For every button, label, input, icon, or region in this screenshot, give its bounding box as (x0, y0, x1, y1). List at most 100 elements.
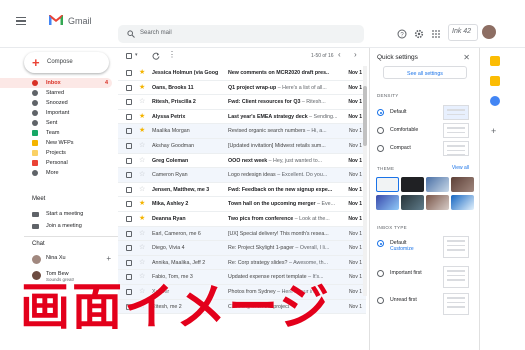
search-input[interactable]: Search mail (140, 30, 172, 36)
row-checkbox[interactable] (126, 172, 132, 179)
sidebar-item-personal[interactable]: Personal (0, 158, 112, 168)
email-row[interactable]: ☆ Cameron Ryan Logo redesign ideas – Excel… (118, 168, 366, 183)
inbox-type-important-first[interactable]: Important first (377, 266, 472, 288)
star-icon[interactable]: ☆ (139, 142, 145, 150)
select-all-checkbox[interactable] (126, 53, 132, 59)
refresh-icon[interactable] (152, 52, 160, 60)
radio-unselected[interactable] (377, 145, 384, 152)
keep-icon[interactable] (490, 76, 500, 86)
star-icon[interactable]: ☆ (139, 98, 145, 106)
star-icon[interactable]: ☆ (139, 259, 145, 267)
radio-unselected[interactable] (377, 297, 384, 304)
email-row[interactable]: ☆ Earl, Cameron, me 6 [UX] Special deliver… (118, 226, 366, 242)
star-icon[interactable]: ★ (139, 215, 145, 223)
add-addon-icon[interactable]: + (491, 126, 496, 136)
row-checkbox[interactable] (126, 215, 132, 222)
radio-selected[interactable] (377, 109, 384, 116)
email-row[interactable]: ☆ Ritesh, Priscilla 2 Fwd: Client resource… (118, 95, 366, 110)
help-icon[interactable]: ? (397, 29, 407, 39)
row-checkbox[interactable] (126, 186, 132, 193)
theme-swatch-photo[interactable] (451, 195, 474, 210)
more-options-icon[interactable]: ⋮ (168, 50, 176, 60)
email-row[interactable]: ☆ Akshay Goodman [Updated invitation] Midw… (118, 138, 366, 154)
star-icon[interactable]: ☆ (139, 186, 145, 194)
row-checkbox[interactable] (126, 142, 132, 149)
sidebar-item-new-wfps[interactable]: New WFPs (0, 138, 112, 148)
row-checkbox[interactable] (126, 128, 132, 135)
sidebar-item-projects[interactable]: Projects (0, 148, 112, 158)
star-icon[interactable]: ☆ (139, 171, 145, 179)
email-row[interactable]: ★ Deanna Ryan Two pics from conference – L… (118, 211, 366, 227)
customize-link[interactable]: Customize (390, 246, 414, 252)
sidebar-item-snoozed[interactable]: Snoozed (0, 98, 112, 108)
radio-unselected[interactable] (377, 127, 384, 134)
chat-user[interactable]: Nina Xu + (32, 254, 117, 268)
sidebar-item-sent[interactable]: Sent (0, 118, 112, 128)
search-icon[interactable] (127, 30, 135, 38)
row-checkbox[interactable] (126, 70, 132, 76)
select-dropdown-icon[interactable]: ▾ (135, 52, 138, 58)
email-row[interactable]: ☆ Greg Coleman OOO next week – Hey, just w… (118, 153, 366, 169)
star-icon[interactable]: ★ (139, 69, 145, 77)
account-avatar[interactable] (482, 25, 496, 39)
row-checkbox[interactable] (126, 157, 132, 164)
density-option-compact[interactable]: Compact (377, 141, 472, 157)
see-all-settings-button[interactable]: See all settings (383, 66, 467, 79)
email-row[interactable]: ☆ Annika, Maalika, Jeff 2 Re: Corp strateg… (118, 255, 366, 271)
theme-swatch-photo[interactable] (376, 195, 399, 210)
theme-swatch-photo[interactable] (401, 195, 424, 210)
density-option-default[interactable]: Default (377, 105, 472, 121)
star-icon[interactable]: ★ (139, 84, 145, 92)
list-scrollbar[interactable] (363, 66, 367, 296)
inbox-type-default[interactable]: Default Customize (377, 236, 472, 258)
star-icon[interactable]: ☆ (139, 230, 145, 238)
radio-selected[interactable] (377, 240, 384, 247)
radio-unselected[interactable] (377, 270, 384, 277)
tasks-icon[interactable] (490, 96, 500, 106)
sidebar-item-inbox[interactable]: Inbox 4 (0, 78, 112, 88)
row-checkbox[interactable] (126, 99, 132, 106)
theme-swatch-photo[interactable] (426, 177, 449, 192)
row-checkbox[interactable] (126, 230, 132, 237)
density-option-comfortable[interactable]: Comfortable (377, 123, 472, 139)
email-row[interactable]: ★ Mika, Ashley 2 Town hall on the upcoming… (118, 197, 366, 212)
star-icon[interactable]: ☆ (139, 157, 145, 165)
sidebar-item-team[interactable]: Team (0, 128, 112, 138)
add-chat-icon[interactable]: + (106, 254, 111, 263)
start-meeting-item[interactable]: Start a meeting (32, 210, 117, 220)
email-row[interactable]: ☆ Diego, Vivia 4 Re: Project Skylight 1-pa… (118, 241, 366, 256)
email-row[interactable]: ★ Alyssa Petrix Last year's EMEA strategy … (118, 109, 366, 125)
row-checkbox[interactable] (126, 84, 132, 91)
gear-icon[interactable] (414, 29, 424, 39)
apps-grid-icon[interactable] (431, 29, 441, 39)
row-checkbox[interactable] (126, 245, 132, 252)
theme-swatch-photo[interactable] (451, 177, 474, 192)
join-meeting-item[interactable]: Join a meeting (32, 222, 117, 232)
star-icon[interactable]: ☆ (139, 244, 145, 252)
email-row[interactable]: ★ Jessica Holmun (via Goog.. New comments … (118, 66, 366, 81)
close-icon[interactable]: ✕ (463, 53, 470, 62)
theme-swatch-default[interactable] (376, 177, 399, 192)
theme-swatch-dark[interactable] (401, 177, 424, 192)
email-row[interactable]: ☆ Jensen, Matthew, me 3 Fwd: Feedback on t… (118, 182, 366, 198)
prev-page-icon[interactable]: ‹ (338, 50, 341, 59)
row-checkbox[interactable] (126, 201, 132, 208)
row-checkbox[interactable] (126, 113, 132, 120)
calendar-icon[interactable] (490, 56, 500, 66)
email-row[interactable]: ★ Oans, Brooks 11 Q1 project wrap-up – Her… (118, 80, 366, 96)
sidebar-item-important[interactable]: Important (0, 108, 112, 118)
sidebar-item-starred[interactable]: Starred (0, 88, 112, 98)
theme-swatch-photo[interactable] (426, 195, 449, 210)
inbox-type-unread-first[interactable]: Unread first (377, 293, 472, 315)
compose-button[interactable]: + Compose (24, 52, 109, 73)
star-icon[interactable]: ★ (139, 200, 145, 208)
sidebar-item-more[interactable]: More (0, 168, 112, 178)
star-icon[interactable]: ★ (139, 127, 145, 135)
main-menu-icon[interactable] (16, 17, 26, 26)
row-checkbox[interactable] (126, 259, 132, 266)
next-page-icon[interactable]: › (354, 50, 357, 59)
star-icon[interactable]: ★ (139, 113, 145, 121)
view-all-themes-link[interactable]: View all (452, 165, 469, 171)
gmail-logo-icon[interactable] (48, 14, 64, 26)
email-row[interactable]: ★ Maalika Morgan Revised organic search nu… (118, 124, 366, 139)
